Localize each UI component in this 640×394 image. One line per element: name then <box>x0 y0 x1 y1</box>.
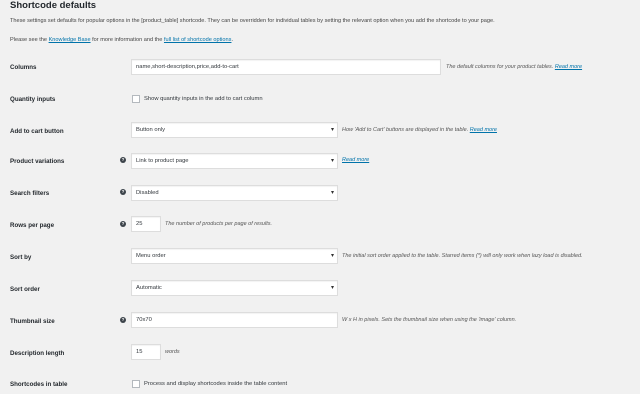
columns-description: The default columns for your product tab… <box>446 64 582 70</box>
columns-label: Columns <box>10 64 37 71</box>
product-variations-read-more-link[interactable]: Read more <box>342 157 369 163</box>
add-to-cart-description: How 'Add to Cart' buttons are displayed … <box>342 127 497 133</box>
knowledge-base-link[interactable]: Knowledge Base <box>49 37 91 43</box>
thumbnail-size-input[interactable]: 70x70 <box>131 312 338 328</box>
help-icon[interactable]: ? <box>120 221 126 227</box>
thumbnail-size-description: W x H in pixels. Sets the thumbnail size… <box>342 317 517 323</box>
page-title: Shortcode defaults <box>10 0 97 11</box>
columns-read-more-link[interactable]: Read more <box>555 64 582 70</box>
search-filters-label: Search filters <box>10 190 50 197</box>
product-variations-select[interactable]: Link to product page <box>131 153 338 169</box>
product-variations-description: Read more <box>342 157 369 163</box>
add-to-cart-label: Add to cart button <box>10 128 64 135</box>
description-length-input[interactable]: 15 <box>131 344 161 360</box>
shortcodes-in-table-checkbox[interactable] <box>132 380 140 388</box>
search-filters-select[interactable]: Disabled <box>131 185 338 201</box>
intro-text-pre: Please see the <box>10 37 48 43</box>
description-length-label: Description length <box>10 350 65 357</box>
columns-input[interactable]: name,short-description,price,add-to-cart <box>131 59 441 75</box>
intro-text: These settings set defaults for popular … <box>10 18 495 24</box>
rows-per-page-description: The number of products per page of resul… <box>165 221 273 227</box>
sort-by-label: Sort by <box>10 254 32 261</box>
sort-order-label: Sort order <box>10 286 40 293</box>
add-to-cart-desc-text: How 'Add to Cart' buttons are displayed … <box>342 127 469 133</box>
quantity-inputs-checkbox-label: Show quantity inputs in the add to cart … <box>144 96 263 102</box>
shortcodes-in-table-checkbox-label: Process and display shortcodes inside th… <box>144 381 288 387</box>
search-filters-select-value: Disabled <box>136 190 159 196</box>
product-variations-select-value: Link to product page <box>136 158 189 164</box>
help-icon[interactable]: ? <box>120 157 126 163</box>
shortcode-options-link[interactable]: full list of shortcode options <box>164 37 231 43</box>
sort-by-select-value: Menu order <box>136 253 166 259</box>
product-variations-label: Product variations <box>10 158 65 165</box>
add-to-cart-read-more-link[interactable]: Read more <box>470 127 497 133</box>
add-to-cart-select[interactable]: Button only <box>131 122 338 138</box>
help-icon[interactable]: ? <box>120 189 126 195</box>
quantity-inputs-checkbox[interactable] <box>132 95 140 103</box>
quantity-inputs-label: Quantity inputs <box>10 96 56 103</box>
intro-text-mid: for more information and the <box>92 37 163 43</box>
rows-per-page-label: Rows per page <box>10 222 55 229</box>
intro-links-line: Please see the Knowledge Base for more i… <box>10 37 233 43</box>
help-icon[interactable]: ? <box>120 317 126 323</box>
sort-by-description: The initial sort order applied to the ta… <box>342 253 583 259</box>
sort-order-select-value: Automatic <box>136 285 162 291</box>
columns-desc-text: The default columns for your product tab… <box>446 64 554 70</box>
shortcodes-in-table-label: Shortcodes in table <box>10 381 68 388</box>
sort-by-select[interactable]: Menu order <box>131 248 338 264</box>
description-length-unit: words <box>165 349 180 355</box>
rows-per-page-input[interactable]: 25 <box>131 216 161 232</box>
intro-text-post: . <box>231 37 234 43</box>
thumbnail-size-label: Thumbnail size <box>10 318 55 325</box>
sort-order-select[interactable]: Automatic <box>131 280 338 296</box>
add-to-cart-select-value: Button only <box>136 127 166 133</box>
